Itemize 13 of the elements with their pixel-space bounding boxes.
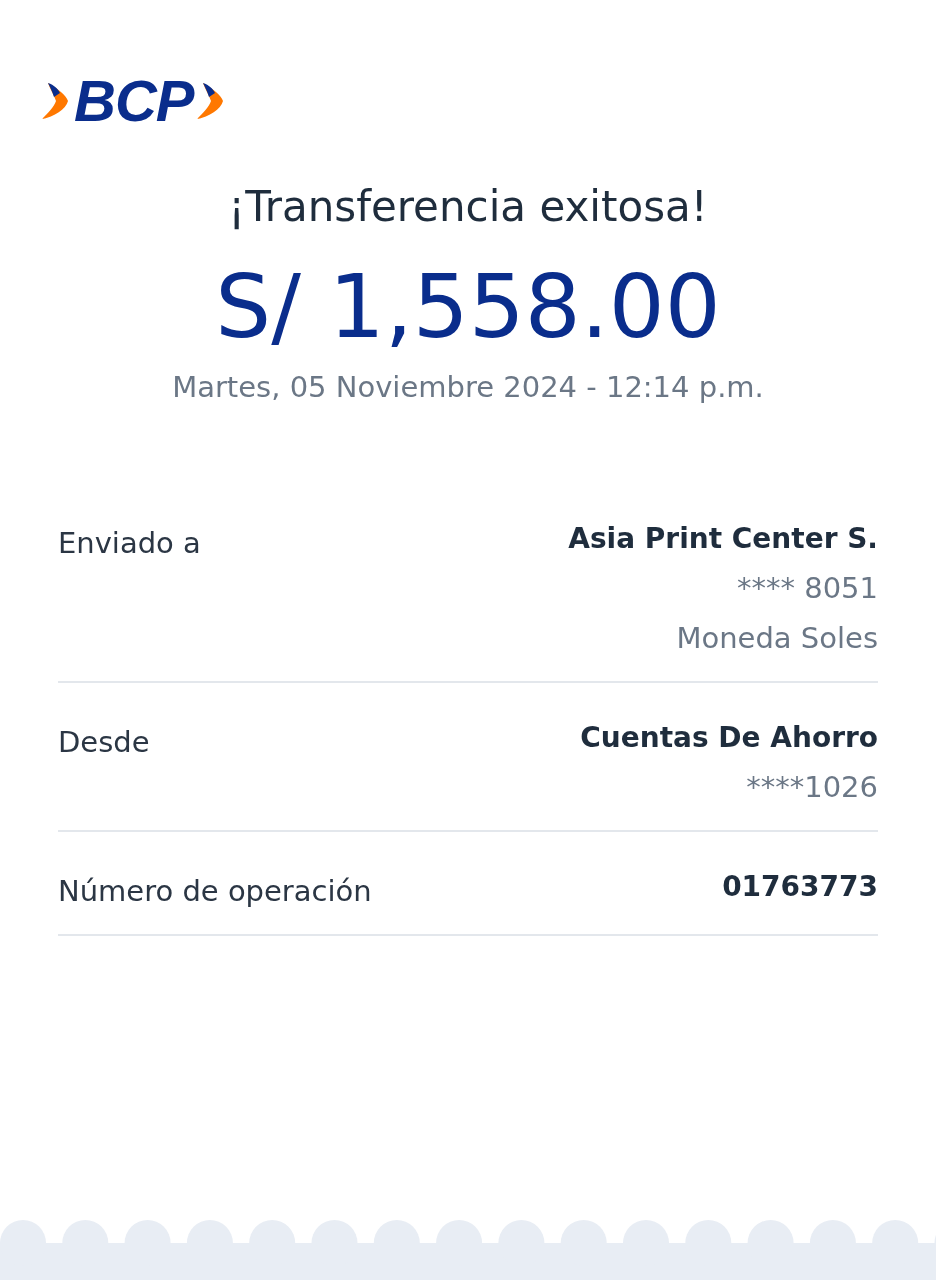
detail-subvalue: ****1026	[746, 769, 878, 804]
transfer-amount: S/ 1,558.00	[214, 259, 722, 356]
detail-value: Asia Print Center S.	[568, 521, 878, 555]
detail-label: Enviado a	[58, 524, 201, 560]
transfer-date: Martes, 05 Noviembre 2024 - 12:14 p.m.	[171, 369, 765, 404]
bank-logo-text: BCP	[74, 72, 194, 130]
detail-subvalue: Moneda Soles	[676, 620, 878, 655]
success-title: ¡Transferencia exitosa!	[227, 182, 709, 231]
detail-value: 01763773	[722, 869, 878, 903]
detail-label: Desde	[58, 723, 150, 759]
detail-subvalue: **** 8051	[736, 570, 878, 605]
detail-value: Cuentas De Ahorro	[580, 720, 878, 754]
detail-label: Número de operación	[58, 872, 372, 908]
